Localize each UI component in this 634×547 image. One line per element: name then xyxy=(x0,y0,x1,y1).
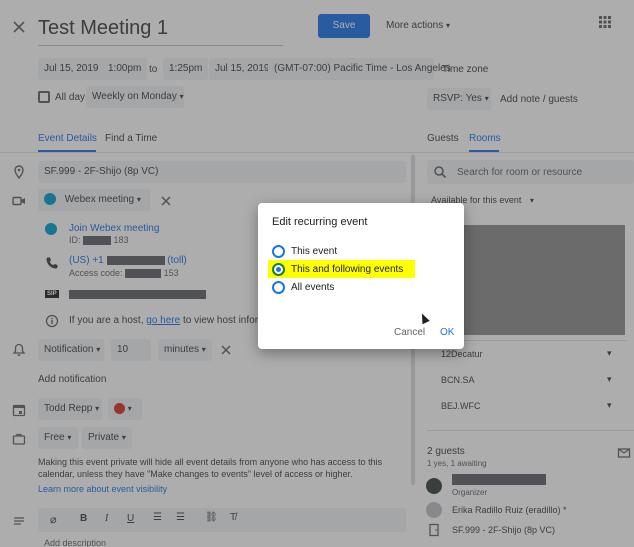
mouse-cursor-icon xyxy=(418,311,430,325)
radio-this-event[interactable] xyxy=(272,245,285,258)
edit-recurring-dialog: Edit recurring event This event This and… xyxy=(258,203,464,349)
radio-label-this-and-following[interactable]: This and following events xyxy=(291,264,403,275)
radio-all-events[interactable] xyxy=(272,281,285,294)
cancel-button[interactable]: Cancel xyxy=(394,327,425,338)
radio-label-all-events[interactable]: All events xyxy=(291,282,334,293)
radio-label-this-event[interactable]: This event xyxy=(291,246,337,257)
ok-button[interactable]: OK xyxy=(440,327,454,338)
radio-this-and-following[interactable] xyxy=(272,263,285,276)
dialog-title: Edit recurring event xyxy=(272,216,368,228)
